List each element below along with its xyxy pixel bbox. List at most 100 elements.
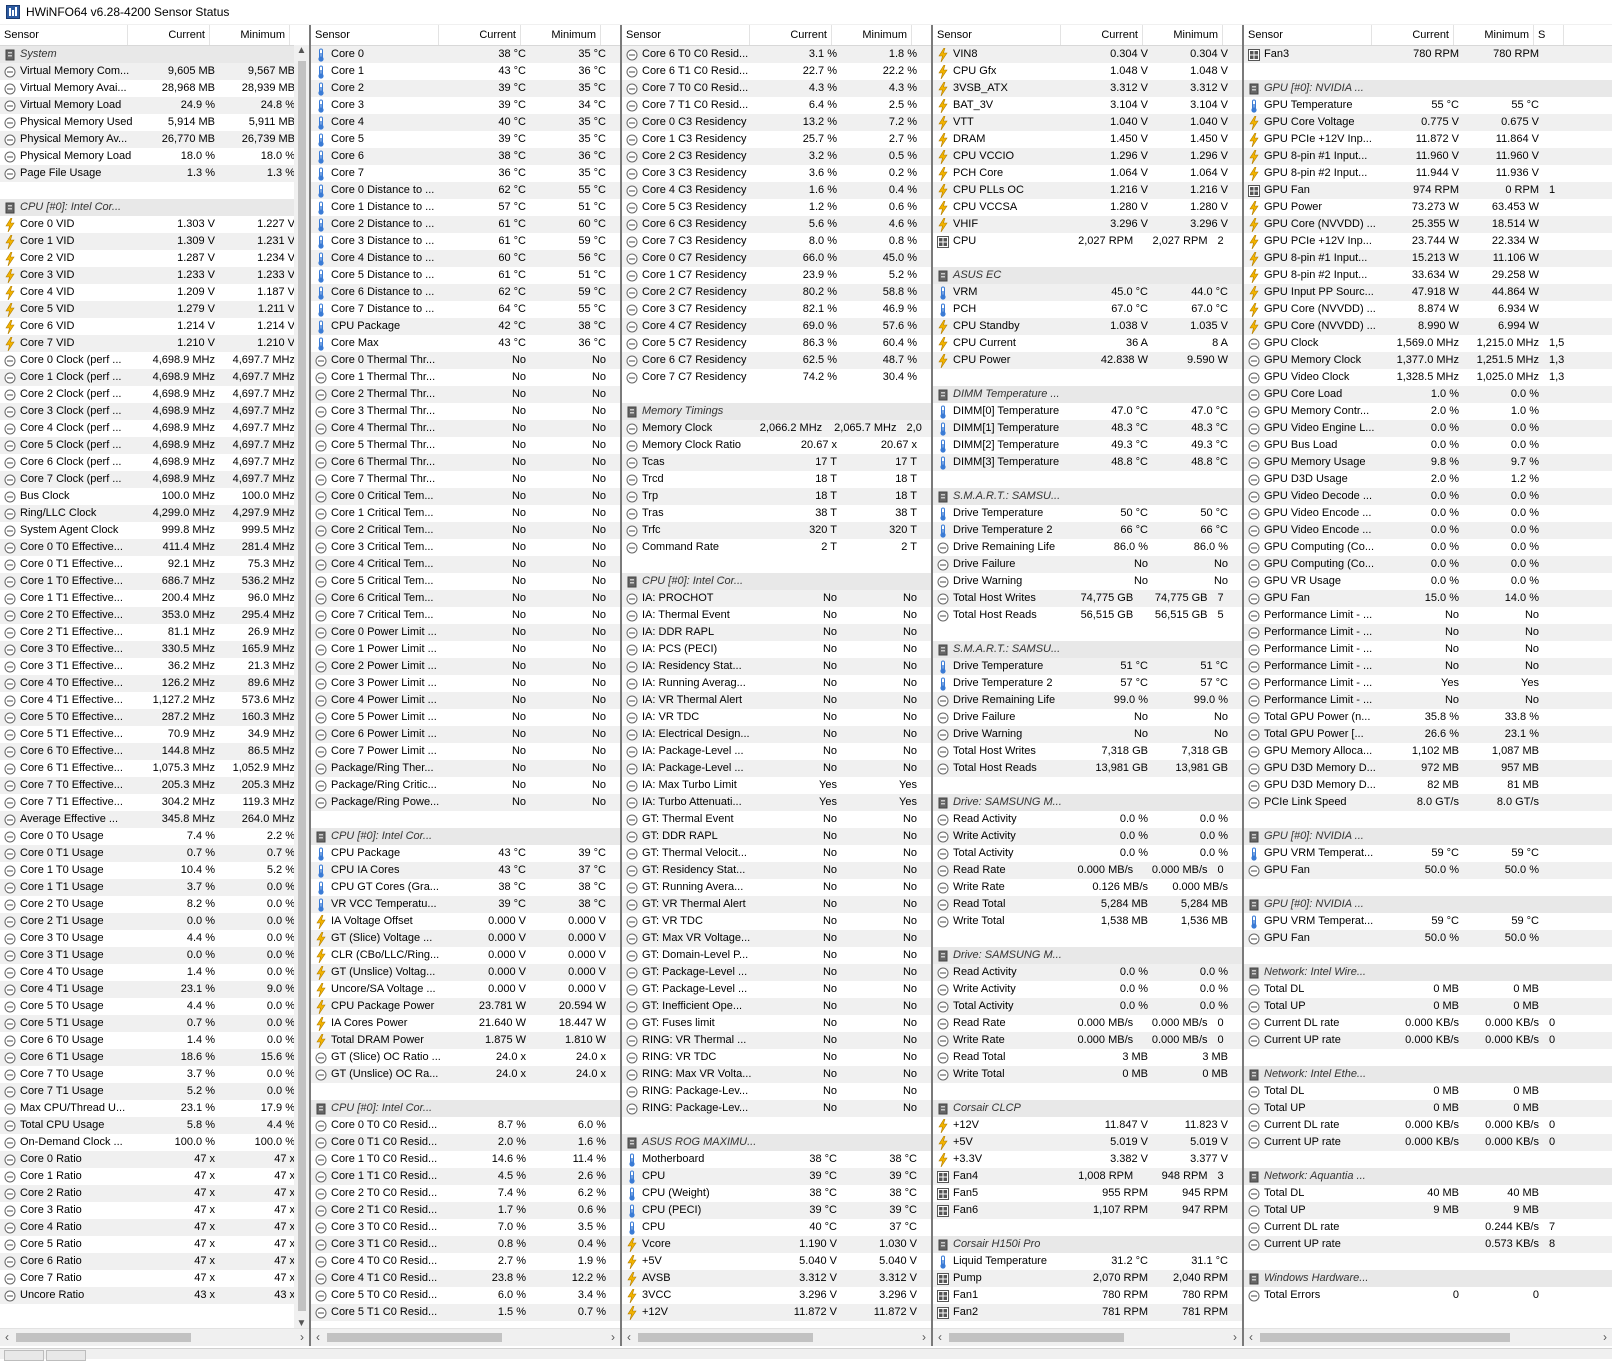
column-header-minimum[interactable]: Minimum	[1454, 25, 1534, 45]
sensor-row[interactable]: PCIe Link Speed 8.0 GT/s 8.0 GT/s	[1244, 794, 1612, 811]
sensor-row[interactable]: Total Activity 0.0 % 0.0 %	[933, 998, 1242, 1015]
sensor-panel-1[interactable]: Sensor Current Minimum System Virtual Memory…	[0, 25, 311, 1346]
sensor-row[interactable]: Drive Temperature 2 57 °C 57 °C	[933, 675, 1242, 692]
sensor-row[interactable]: Core 5 Power Limit ... No No	[311, 709, 620, 726]
sensor-row[interactable]: VTT 1.040 V 1.040 V	[933, 114, 1242, 131]
sensor-row[interactable]: CPU GT Cores (Gra... 38 °C 38 °C	[311, 879, 620, 896]
sensor-row[interactable]: IA: Max Turbo Limit Yes Yes	[622, 777, 931, 794]
sensor-row[interactable]: Core 2 T1 C0 Resid... 1.7 % 0.6 %	[311, 1202, 620, 1219]
sensor-row[interactable]: Core 3 T1 Effective... 36.2 MHz 21.3 MHz	[0, 658, 309, 675]
sensor-row[interactable]: Core 4 Distance to ... 60 °C 56 °C	[311, 250, 620, 267]
column-header-minimum[interactable]: Minimum	[1143, 25, 1223, 45]
sensor-row[interactable]: Performance Limit - ... No No	[1244, 641, 1612, 658]
sensor-row[interactable]: PCH Core 1.064 V 1.064 V	[933, 165, 1242, 182]
sensor-row[interactable]: RING: VR TDC No No	[622, 1049, 931, 1066]
sensor-row[interactable]: Core 7 T1 Effective... 304.2 MHz 119.3 MHz	[0, 794, 309, 811]
sensor-row[interactable]: CPU IA Cores 43 °C 37 °C	[311, 862, 620, 879]
sensor-row[interactable]: Total UP 0 MB 0 MB	[1244, 1100, 1612, 1117]
sensor-row[interactable]: Core 5 Critical Tem... No No	[311, 573, 620, 590]
sensor-row[interactable]: Core 6 Ratio 47 x 47 x	[0, 1253, 309, 1270]
sensor-row[interactable]: Write Rate 0.000 MB/s 0.000 MB/s 0	[933, 1032, 1242, 1049]
sensor-row[interactable]: GPU Core (NVVDD) ... 8.990 W 6.994 W	[1244, 318, 1612, 335]
sensor-row[interactable]: GPU Memory Contr... 2.0 % 1.0 %	[1244, 403, 1612, 420]
sensor-row[interactable]: Uncore/SA Voltage ... 0.000 V 0.000 V	[311, 981, 620, 998]
sensor-row[interactable]: Core 6 T1 Effective... 1,075.3 MHz 1,052.9…	[0, 760, 309, 777]
sensor-row[interactable]: +12V 11.872 V 11.872 V	[622, 1304, 931, 1321]
sensor-row[interactable]: CPU Package Power 23.781 W 20.594 W	[311, 998, 620, 1015]
sensor-row[interactable]: Read Activity 0.0 % 0.0 %	[933, 811, 1242, 828]
sensor-row[interactable]: Core 1 Distance to ... 57 °C 51 °C	[311, 199, 620, 216]
sensor-row[interactable]: Core Max 43 °C 36 °C	[311, 335, 620, 352]
sensor-panel-4[interactable]: Sensor Current Minimum VIN8 0.304 V 0.304 V CP…	[933, 25, 1244, 1346]
sensor-row[interactable]: Core 3 VID 1.233 V 1.233 V	[0, 267, 309, 284]
sensor-row[interactable]: Core 3 C3 Residency 3.6 % 0.2 %	[622, 165, 931, 182]
sensor-row[interactable]: Core 2 T0 C0 Resid... 7.4 % 6.2 %	[311, 1185, 620, 1202]
sensor-row[interactable]: Core 3 Critical Tem... No No	[311, 539, 620, 556]
sensor-row[interactable]: Trcd 18 T 18 T	[622, 471, 931, 488]
sensor-row[interactable]: Core 4 T0 C0 Resid... 2.7 % 1.9 %	[311, 1253, 620, 1270]
sensor-row[interactable]: GT: Package-Level ... No No	[622, 981, 931, 998]
sensor-row[interactable]: GT: Domain-Level P... No No	[622, 947, 931, 964]
sensor-row[interactable]: Core 4 VID 1.209 V 1.187 V	[0, 284, 309, 301]
column-header-sensor[interactable]: Sensor	[933, 25, 1061, 45]
sensor-row[interactable]: Drive Failure No No	[933, 556, 1242, 573]
sensor-row[interactable]: Drive Warning No No	[933, 726, 1242, 743]
sensor-row[interactable]: Write Activity 0.0 % 0.0 %	[933, 828, 1242, 845]
sensor-row[interactable]: Liquid Temperature 31.2 °C 31.1 °C	[933, 1253, 1242, 1270]
sensor-row[interactable]: Page File Usage 1.3 % 1.3 %	[0, 165, 309, 182]
sensor-row[interactable]: IA: Package-Level ... No No	[622, 743, 931, 760]
sensor-row[interactable]: Performance Limit - ... No No	[1244, 607, 1612, 624]
sensor-row[interactable]: Current UP rate 0.573 KB/s 8	[1244, 1236, 1612, 1253]
sensor-row[interactable]: Core 7 Ratio 47 x 47 x	[0, 1270, 309, 1287]
sensor-row[interactable]: Core 7 Distance to ... 64 °C 55 °C	[311, 301, 620, 318]
sensor-row[interactable]: Core 4 Power Limit ... No No	[311, 692, 620, 709]
sensor-row[interactable]: DIMM[3] Temperature 48.8 °C 48.8 °C	[933, 454, 1242, 471]
scroll-right-icon[interactable]: ›	[295, 1329, 309, 1346]
status-button-2[interactable]	[46, 1350, 86, 1361]
sensor-row[interactable]: Core 0 T0 Usage 7.4 % 2.2 %	[0, 828, 309, 845]
sensor-row[interactable]: Read Activity 0.0 % 0.0 %	[933, 964, 1242, 981]
sensor-row[interactable]: Core 4 Ratio 47 x 47 x	[0, 1219, 309, 1236]
sensor-row[interactable]: Physical Memory Load 18.0 % 18.0 %	[0, 148, 309, 165]
sensor-row[interactable]: GT: Residency Stat... No No	[622, 862, 931, 879]
sensor-row[interactable]: Core 4 40 °C 35 °C	[311, 114, 620, 131]
scroll-left-icon[interactable]: ‹	[311, 1329, 325, 1346]
sensor-row[interactable]: Drive Remaining Life 86.0 % 86.0 %	[933, 539, 1242, 556]
sensor-row[interactable]: Trfc 320 T 320 T	[622, 522, 931, 539]
sensor-row[interactable]: CPU Gfx 1.048 V 1.048 V	[933, 63, 1242, 80]
sensor-row[interactable]: GT: Fuses limit No No	[622, 1015, 931, 1032]
sensor-row[interactable]: Core 6 Distance to ... 62 °C 59 °C	[311, 284, 620, 301]
horizontal-scrollbar[interactable]: ‹ ›	[0, 1328, 309, 1346]
sensor-row[interactable]: Core 1 T1 C0 Resid... 4.5 % 2.6 %	[311, 1168, 620, 1185]
sensor-row[interactable]: Core 5 Thermal Thr... No No	[311, 437, 620, 454]
sensor-row[interactable]: Package/Ring Powe... No No	[311, 794, 620, 811]
sensor-row[interactable]: Core 7 Power Limit ... No No	[311, 743, 620, 760]
sensor-row[interactable]: Current DL rate 0.000 KB/s 0.000 KB/s 0	[1244, 1015, 1612, 1032]
sensor-group-header[interactable]: ASUS ROG MAXIMU...	[622, 1134, 931, 1151]
sensor-row[interactable]: CPU PLLs OC 1.216 V 1.216 V	[933, 182, 1242, 199]
sensor-row[interactable]: CPU Package 42 °C 38 °C	[311, 318, 620, 335]
sensor-group-header[interactable]: S.M.A.R.T.: SAMSU...	[933, 488, 1242, 505]
sensor-row[interactable]: Core 6 T0 Effective... 144.8 MHz 86.5 MHz	[0, 743, 309, 760]
sensor-row[interactable]: Core 5 Distance to ... 61 °C 51 °C	[311, 267, 620, 284]
sensor-row[interactable]: Total UP 9 MB 9 MB	[1244, 1202, 1612, 1219]
sensor-row[interactable]: CLR (CBo/LLC/Ring... 0.000 V 0.000 V	[311, 947, 620, 964]
sensor-row[interactable]: Total GPU Power [... 26.6 % 23.1 %	[1244, 726, 1612, 743]
sensor-row[interactable]: Fan5 955 RPM 945 RPM	[933, 1185, 1242, 1202]
sensor-row[interactable]: Core 2 Critical Tem... No No	[311, 522, 620, 539]
sensor-row[interactable]: GT: VR TDC No No	[622, 913, 931, 930]
sensor-row[interactable]: Core 2 VID 1.287 V 1.234 V	[0, 250, 309, 267]
sensor-row[interactable]: Core 3 Thermal Thr... No No	[311, 403, 620, 420]
scroll-left-icon[interactable]: ‹	[933, 1329, 947, 1346]
sensor-row[interactable]: Core 3 T0 C0 Resid... 7.0 % 3.5 %	[311, 1219, 620, 1236]
sensor-row[interactable]: Core 1 43 °C 36 °C	[311, 63, 620, 80]
sensor-row[interactable]: VR VCC Temperatu... 39 °C 38 °C	[311, 896, 620, 913]
horizontal-scrollbar[interactable]: ‹ ›	[311, 1328, 620, 1346]
sensor-row[interactable]: VRM 45.0 °C 44.0 °C	[933, 284, 1242, 301]
sensor-row[interactable]: Core 4 Clock (perf ... 4,698.9 MHz 4,697.7…	[0, 420, 309, 437]
sensor-row[interactable]: GT (Slice) Voltage ... 0.000 V 0.000 V	[311, 930, 620, 947]
sensor-row[interactable]: Core 3 T1 C0 Resid... 0.8 % 0.4 %	[311, 1236, 620, 1253]
sensor-row[interactable]: Current UP rate 0.000 KB/s 0.000 KB/s 0	[1244, 1032, 1612, 1049]
sensor-row[interactable]: Core 2 T1 Effective... 81.1 MHz 26.9 MHz	[0, 624, 309, 641]
sensor-row[interactable]: Bus Clock 100.0 MHz 100.0 MHz	[0, 488, 309, 505]
